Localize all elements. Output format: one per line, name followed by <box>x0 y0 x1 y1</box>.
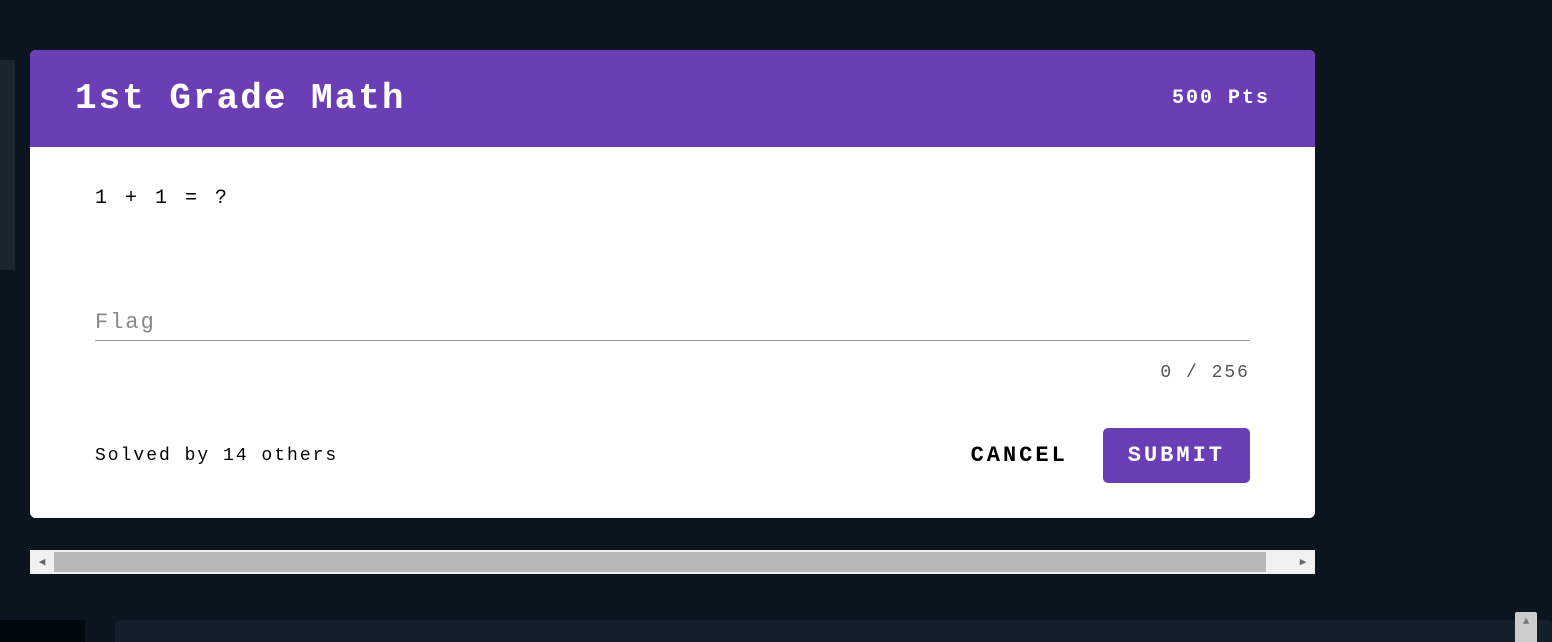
horizontal-scrollbar[interactable]: ◀ ▶ <box>30 550 1315 574</box>
bottom-bar-segment-left <box>0 620 85 642</box>
submit-button[interactable]: SUBMIT <box>1103 428 1250 483</box>
modal-footer: Solved by 14 others CANCEL SUBMIT <box>95 428 1250 483</box>
solved-by-text: Solved by 14 others <box>95 446 338 466</box>
vertical-scrollbar-up-arrow-icon[interactable]: ▲ <box>1515 612 1537 642</box>
challenge-modal: 1st Grade Math 500 Pts 1 + 1 = ? 0 / 256… <box>30 50 1315 518</box>
cancel-button[interactable]: CANCEL <box>966 428 1073 483</box>
challenge-title: 1st Grade Math <box>75 78 405 119</box>
bottom-bar-segment-right <box>115 620 1552 642</box>
modal-body: 1 + 1 = ? 0 / 256 Solved by 14 others CA… <box>30 147 1315 518</box>
background-panel <box>0 60 15 270</box>
scrollbar-left-arrow-icon[interactable]: ◀ <box>30 550 54 574</box>
action-buttons: CANCEL SUBMIT <box>966 428 1250 483</box>
character-counter: 0 / 256 <box>95 363 1250 383</box>
challenge-question: 1 + 1 = ? <box>95 187 1250 210</box>
scrollbar-right-arrow-icon[interactable]: ▶ <box>1291 550 1315 574</box>
bottom-bar <box>0 620 1552 642</box>
flag-input[interactable] <box>95 305 1250 341</box>
challenge-points: 500 Pts <box>1172 87 1270 110</box>
scrollbar-track[interactable] <box>54 552 1291 572</box>
modal-header: 1st Grade Math 500 Pts <box>30 50 1315 147</box>
scrollbar-thumb[interactable] <box>54 552 1266 572</box>
